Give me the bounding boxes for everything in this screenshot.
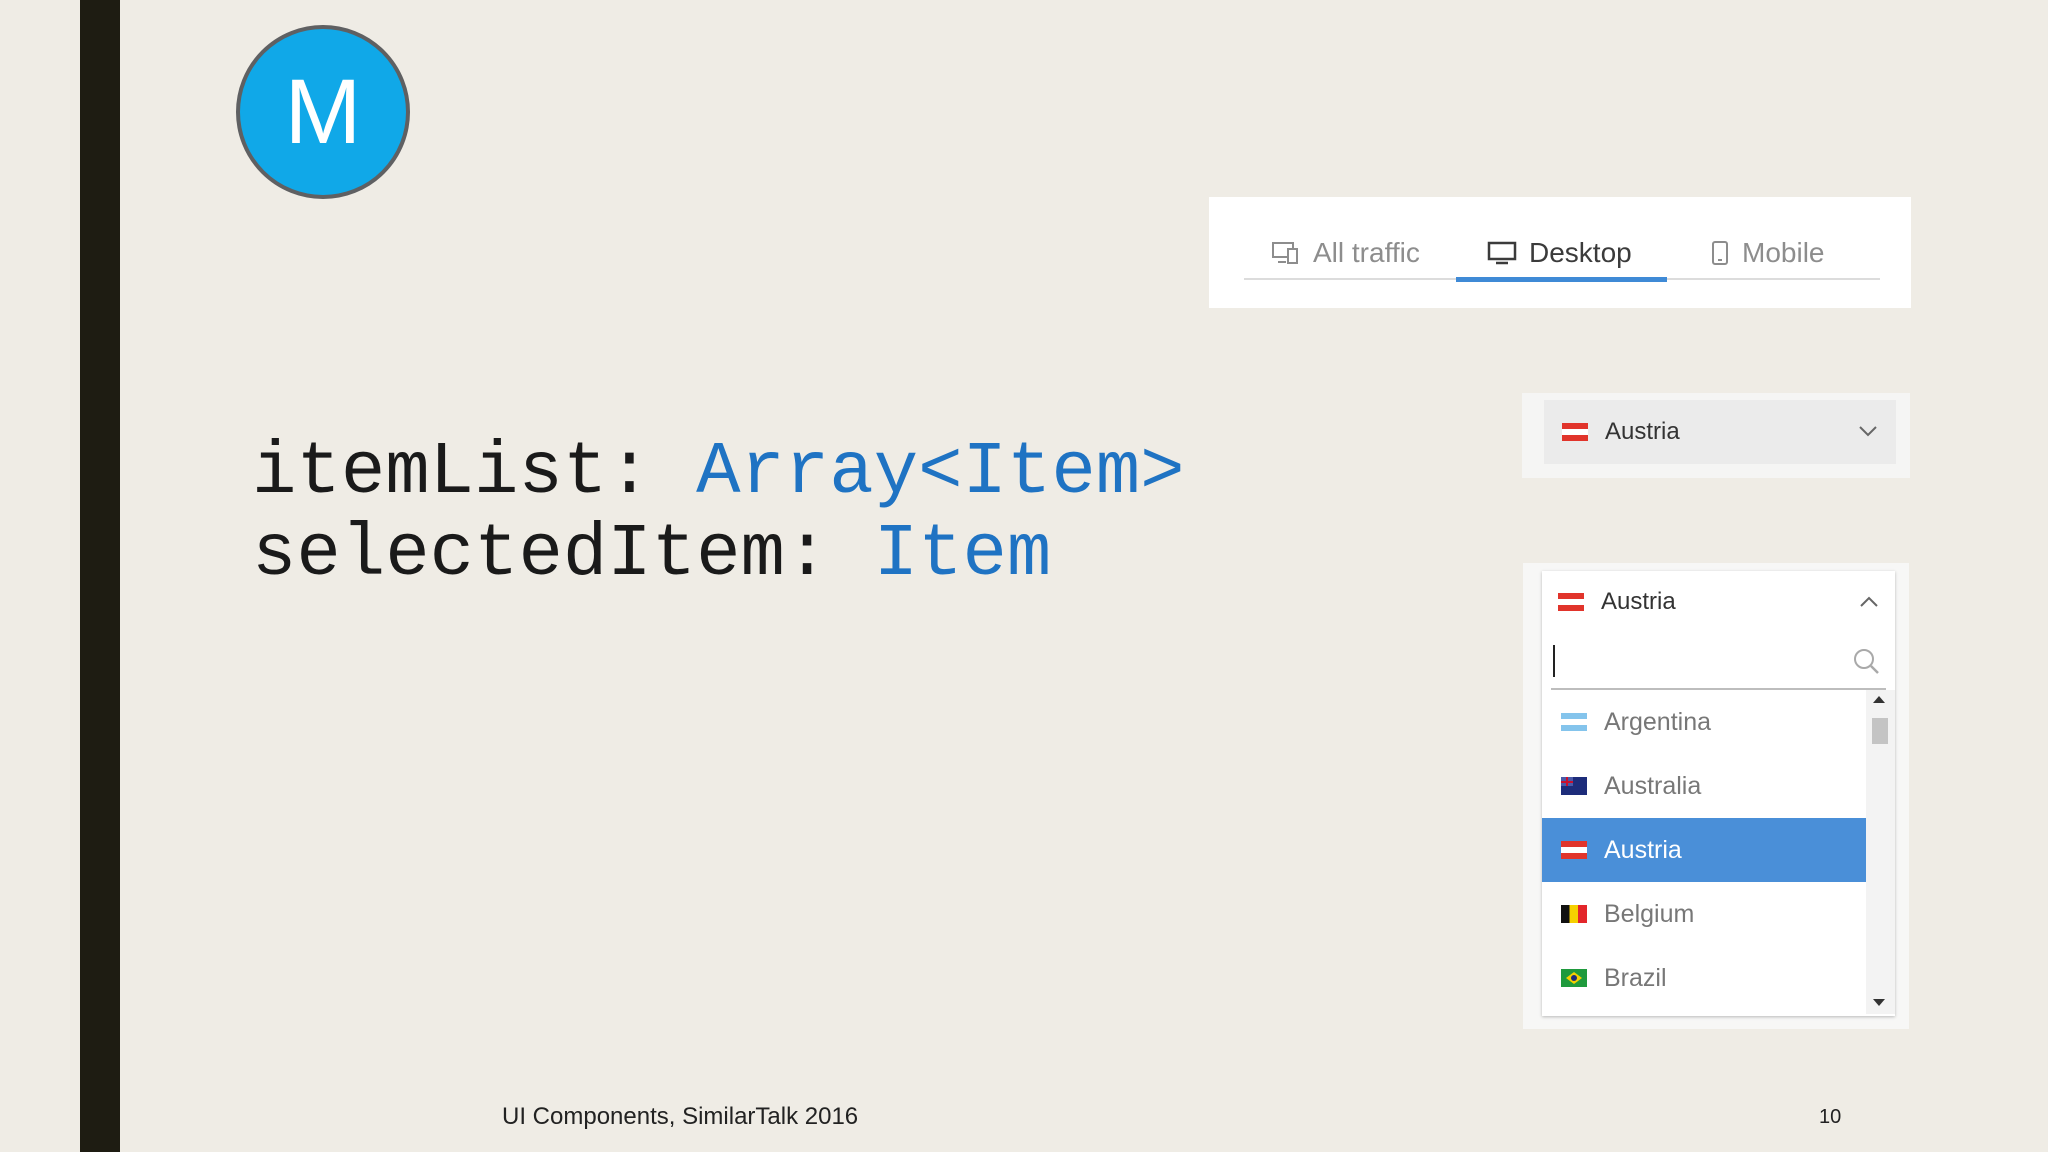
chevron-down-icon <box>1859 426 1877 437</box>
desktop-icon <box>1487 241 1517 265</box>
scroll-down-arrow-icon[interactable] <box>1873 999 1885 1006</box>
list-item[interactable]: Brazil <box>1542 946 1866 1010</box>
search-icon[interactable] <box>1852 647 1880 675</box>
list-scrollbar[interactable] <box>1866 690 1895 1014</box>
dropdown-open-selected-value: Austria <box>1601 588 1676 615</box>
list-item[interactable]: Australia <box>1542 754 1866 818</box>
code-line-1-name: itemList: <box>252 431 697 515</box>
tab-all-traffic[interactable]: All traffic <box>1271 227 1420 279</box>
page-number: 10 <box>1819 1106 1842 1128</box>
tab-desktop-label: Desktop <box>1529 237 1632 268</box>
list-item-selected[interactable]: Austria <box>1542 818 1866 882</box>
country-dropdown-closed[interactable]: Austria <box>1544 400 1896 464</box>
active-tab-indicator <box>1456 277 1667 282</box>
brazil-flag-icon <box>1561 969 1587 987</box>
country-options-list: Argentina Australia Austria Belgium Braz… <box>1542 690 1866 1014</box>
list-item-label: Australia <box>1604 771 1702 800</box>
list-item-label: Belgium <box>1604 899 1695 928</box>
country-search-box <box>1551 633 1886 690</box>
code-snippet: itemList: Array<Item> selectedItem: Item <box>252 432 1185 596</box>
code-line-2-name: selectedItem: <box>252 513 874 597</box>
code-line-1-type: Array<Item> <box>696 431 1185 515</box>
chevron-up-icon <box>1860 596 1878 607</box>
logo-letter: M <box>284 60 362 163</box>
belgium-flag-icon <box>1561 905 1587 923</box>
country-dropdown-open: Austria Argentina Australia Austria Belg… <box>1542 571 1895 1016</box>
scroll-up-arrow-icon[interactable] <box>1873 696 1885 703</box>
argentina-flag-icon <box>1561 713 1587 731</box>
list-item-label: Brazil <box>1604 963 1667 992</box>
tab-all-traffic-label: All traffic <box>1313 237 1420 268</box>
list-item[interactable]: Belgium <box>1542 882 1866 946</box>
code-line-2-type: Item <box>873 513 1052 597</box>
list-item[interactable]: Argentina <box>1542 690 1866 754</box>
list-item-label: Argentina <box>1604 707 1712 736</box>
country-dropdown-closed-panel: Austria <box>1522 393 1910 478</box>
slide-footer: UI Components, SimilarTalk 2016 <box>502 1103 859 1130</box>
country-dropdown-open-panel: Austria Argentina Australia Austria Belg… <box>1523 563 1909 1029</box>
scrollbar-thumb[interactable] <box>1872 718 1888 744</box>
austria-flag-icon <box>1558 593 1584 611</box>
tab-mobile[interactable]: Mobile <box>1710 227 1824 279</box>
country-search-input[interactable] <box>1551 633 1833 686</box>
tab-desktop[interactable]: Desktop <box>1487 227 1632 279</box>
list-item-label: Austria <box>1604 835 1682 864</box>
austria-flag-icon <box>1562 423 1588 441</box>
traffic-tabs-panel: All traffic Desktop Mobile <box>1209 197 1911 308</box>
australia-flag-icon <box>1561 777 1587 795</box>
all-traffic-icon <box>1272 242 1298 264</box>
austria-flag-icon <box>1561 841 1587 859</box>
slide-side-bar <box>80 0 120 1152</box>
tab-mobile-label: Mobile <box>1742 237 1825 268</box>
text-caret <box>1553 645 1555 677</box>
country-dropdown-header[interactable]: Austria <box>1542 571 1895 633</box>
logo-badge: M <box>236 25 410 199</box>
dropdown-selected-value: Austria <box>1605 418 1680 445</box>
mobile-icon <box>1712 241 1728 265</box>
